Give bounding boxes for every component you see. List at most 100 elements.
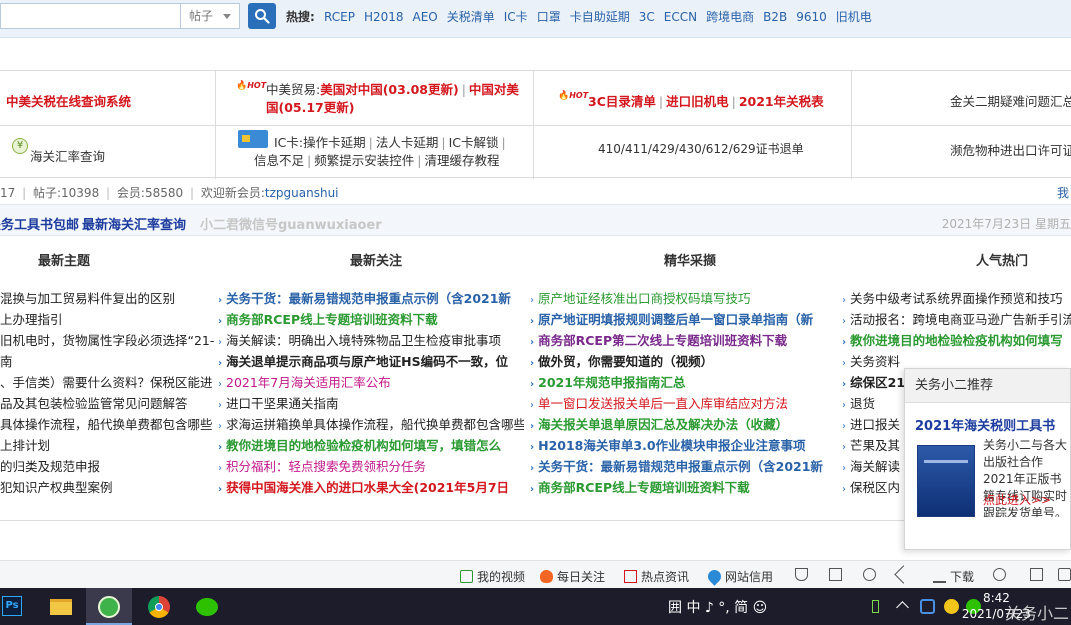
ccc-list-link[interactable]: 3C目录清单 — [588, 94, 656, 109]
daily-focus-button[interactable]: 每日关注 — [540, 568, 605, 585]
new-member-link[interactable]: tzpguanshui — [265, 186, 339, 200]
ic-link[interactable]: 信息不足 — [254, 153, 304, 168]
download-button[interactable]: 下载 — [933, 568, 974, 585]
list-item[interactable]: › 关务干货：最新易错规范申报重点示例（含2021新 — [530, 456, 838, 477]
list-item[interactable]: 、手信类）需要什么资料？保税区能进 — [0, 372, 214, 393]
book-shipping-link[interactable]: 关务工具书包邮 — [0, 214, 79, 233]
site-credit-button[interactable]: 网站信用 — [705, 567, 773, 586]
list-item[interactable]: › 商务部RCEP线上专题培训班资料下载 — [530, 477, 838, 498]
popup-title-link[interactable]: 2021年海关税则工具书 — [915, 415, 1055, 434]
list-item[interactable]: › 单一窗口发送报关单后一直入库审结应对方法 — [530, 393, 838, 414]
golden-customs-link[interactable]: 金关二期疑难问题汇总 — [950, 91, 1071, 110]
endangered-species-link[interactable]: 濒危物种进出口许可证 — [950, 140, 1071, 159]
list-item[interactable]: › 活动报名：跨境电商亚马逊广告新手引流 — [842, 309, 1071, 330]
ic-link[interactable]: 频繁提示安装控件 — [314, 153, 414, 168]
book-cover-image[interactable] — [917, 445, 975, 517]
column-header-featured: 精华采撷 — [664, 254, 717, 269]
ic-link[interactable]: 清理缓存教程 — [424, 153, 499, 168]
hot-link[interactable]: AEO — [413, 10, 438, 24]
list-item[interactable]: › 求海运拼箱换单具体操作流程，船代换单费都包含哪些 — [218, 414, 524, 435]
hot-link[interactable]: RCEP — [324, 10, 355, 24]
list-item[interactable]: › 海关退单提示商品项与原产地证HS编码不一致，位 — [218, 351, 524, 372]
quick-cell: ¥ 海关汇率查询 — [0, 125, 216, 179]
hot-link[interactable]: ECCN — [664, 10, 697, 24]
list-item[interactable]: › 商务部RCEP线上专题培训班资料下载 — [218, 309, 524, 330]
list-item[interactable]: 旧机电时，货物属性字段必须选择“21- — [0, 330, 214, 351]
hot-link[interactable]: 9610 — [796, 10, 827, 24]
list-item[interactable]: 品及其包装检验监管常见问题解答 — [0, 393, 214, 414]
exchange-rate-link[interactable]: 海关汇率查询 — [30, 146, 105, 165]
speed-button[interactable] — [894, 565, 914, 584]
list-item[interactable]: 混换与加工贸易料件复出的区别 — [0, 288, 214, 309]
my-videos-button[interactable]: 我的视频 — [460, 568, 525, 585]
hot-link[interactable]: H2018 — [364, 10, 404, 24]
more-button[interactable] — [1058, 568, 1071, 582]
input-method-indicator[interactable]: 囲 中 ♪ °, 简 ☺ — [668, 597, 767, 617]
battery-icon — [872, 600, 879, 613]
tariff-table-link[interactable]: 2021年关税表 — [739, 94, 824, 109]
list-item[interactable]: › 海关报关单退单原因汇总及解决办法（收藏） — [530, 414, 838, 435]
heart-button[interactable] — [863, 568, 880, 582]
list-item[interactable]: 具体操作流程，船代换单费都包含哪些 — [0, 414, 214, 435]
list-item[interactable]: › 获得中国海关准入的进口水果大全(2021年5月7日 — [218, 477, 524, 498]
taskbar-wechat[interactable] — [184, 588, 230, 625]
hot-link[interactable]: 关税清单 — [447, 10, 495, 24]
search-button[interactable] — [248, 3, 276, 29]
list-item[interactable]: › 商务部RCEP第二次线上专题培训班资料下载 — [530, 330, 838, 351]
search-input[interactable] — [0, 3, 180, 29]
hot-news-button[interactable]: 热点资讯 — [624, 568, 689, 585]
tray-app-icon[interactable] — [944, 599, 959, 614]
us-to-china-link[interactable]: 美国对中国(03.08更新) — [320, 82, 458, 97]
hot-link[interactable]: 口罩 — [537, 10, 561, 24]
list-item[interactable]: › 进口干坚果通关指南 — [218, 393, 524, 414]
ic-link[interactable]: IC卡解锁 — [449, 135, 499, 150]
hot-link[interactable]: 跨境电商 — [706, 10, 754, 24]
window-button[interactable] — [1030, 568, 1047, 582]
search-scope-select[interactable]: 帖子 — [180, 3, 240, 29]
hot-link[interactable]: 3C — [639, 10, 655, 24]
screenshot-button[interactable] — [829, 568, 846, 582]
list-item[interactable]: 上办理指引 — [0, 309, 214, 330]
hot-link[interactable]: B2B — [763, 10, 787, 24]
watermark-logo: 关务小二 — [1004, 604, 1069, 623]
ic-link[interactable]: 操作卡延期 — [303, 135, 366, 150]
list-item[interactable]: 犯知识产权典型案例 — [0, 477, 214, 498]
list-item[interactable]: 上排计划 — [0, 435, 214, 456]
taskbar-browser-360[interactable] — [86, 588, 132, 625]
tray-app-icon[interactable] — [920, 599, 935, 614]
list-item[interactable]: › 关务中级考试系统界面操作预览和技巧 — [842, 288, 1071, 309]
used-mech-link[interactable]: 进口旧机电 — [666, 94, 729, 109]
cert-return-link[interactable]: 410/411/429/430/612/629证书退单 — [598, 140, 804, 157]
tariff-query-link[interactable]: 中美关税在线查询系统 — [6, 91, 131, 110]
list-item[interactable]: › 积分福利：轻点搜索免费领积分任务 — [218, 456, 524, 477]
taskbar-chrome[interactable] — [136, 588, 182, 625]
hot-link[interactable]: IC卡 — [504, 10, 528, 24]
ic-link[interactable]: 法人卡延期 — [376, 135, 439, 150]
chevron-up-icon[interactable] — [896, 601, 909, 614]
members-count: 58580 — [144, 186, 184, 200]
taskbar-explorer[interactable] — [38, 588, 84, 625]
list-item[interactable]: › 2021年规范申报指南汇总 — [530, 372, 838, 393]
list-item[interactable]: 南 — [0, 351, 214, 372]
list-item[interactable]: › 教你进境目的地检验检疫机构如何填写，填错怎么 — [218, 435, 524, 456]
list-item[interactable]: › 2021年7月海关适用汇率公布 — [218, 372, 524, 393]
latest-rate-link[interactable]: 最新海关汇率查询 — [82, 214, 186, 233]
browser-page: 帖子 热搜: RCEP H2018 AEO 关税清单 IC卡 口罩 卡自助延期 3C ECCN 跨… — [0, 0, 1071, 625]
hot-link[interactable]: 卡自助延期 — [570, 10, 630, 24]
list-item[interactable]: › 做外贸，你需要知道的（视频） — [530, 351, 838, 372]
list-item[interactable]: › 原产地证经核准出口商授权码填写技巧 — [530, 288, 838, 309]
settings-button[interactable] — [993, 568, 1010, 582]
shield-button[interactable] — [795, 568, 812, 582]
stats-right-link[interactable]: 我 — [1057, 184, 1069, 201]
list-item[interactable]: 的归类及规范申报 — [0, 456, 214, 477]
quick-cell: 中美关税在线查询系统 — [0, 71, 216, 125]
wechat-id-text: 小二君微信号guanwuxiaoer — [200, 218, 382, 233]
list-item[interactable]: › 海关解读：明确出入境特殊物品卫生检疫审批事项 — [218, 330, 524, 351]
list-item[interactable]: › H2018海关审单3.0作业模块申报企业注意事项 — [530, 435, 838, 456]
list-item[interactable]: › 关务干货：最新易错规范申报重点示例（含2021新 — [218, 288, 524, 309]
list-item[interactable]: › 教你进境目的地检验检疫机构如何填写 — [842, 330, 1071, 351]
quick-cell: 410/411/429/430/612/629证书退单 — [534, 125, 852, 179]
hot-link[interactable]: 旧机电 — [836, 10, 872, 24]
list-item[interactable]: › 原产地证明填报规则调整后单一窗口录单指南（新 — [530, 309, 838, 330]
popup-enter-link[interactable]: 点此进入>> — [983, 491, 1051, 508]
